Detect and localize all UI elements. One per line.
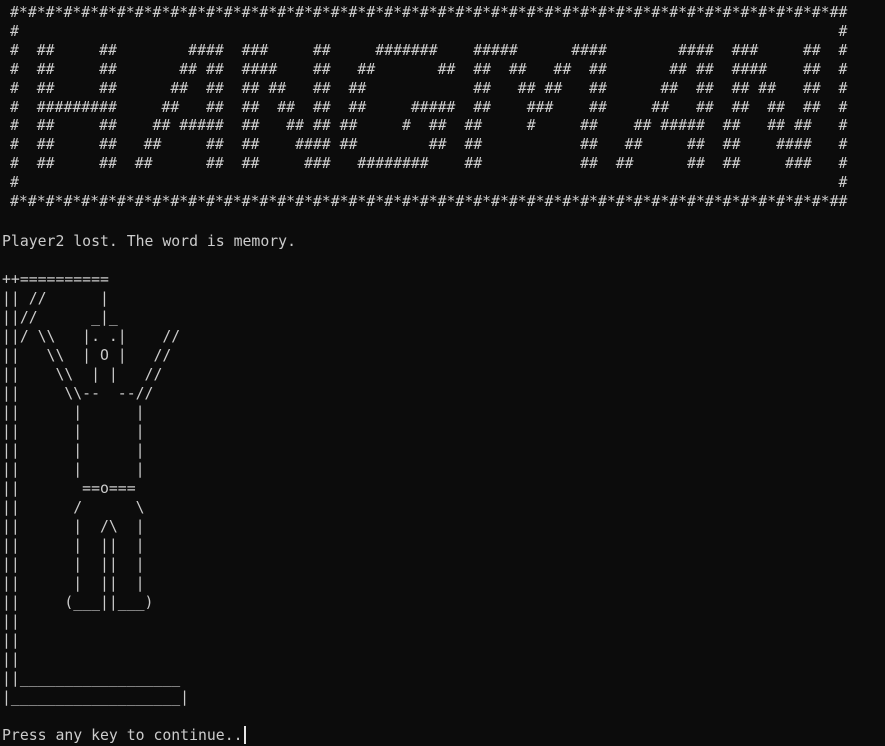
banner-line: #*#*#*#*#*#*#*#*#*#*#*#*#*#*#*#*#*#*#*#*… <box>10 4 848 21</box>
banner-line: # ## ## #### ### ## ####### ##### #### #… <box>10 41 848 59</box>
terminal-window[interactable]: #*#*#*#*#*#*#*#*#*#*#*#*#*#*#*#*#*#*#*#*… <box>0 0 885 746</box>
banner-line: # ## ## ## ## ## #### ## ## ## ## ## ## … <box>10 136 848 154</box>
text-cursor <box>243 726 246 744</box>
continue-prompt: Press any key to continue.. <box>2 726 246 745</box>
game-result-message: Player2 lost. The word is memory. <box>2 233 296 250</box>
banner-line: # ## ## ## ## ## ## ## ## ## ## ## ## ##… <box>10 79 848 97</box>
hangman-title-banner: #*#*#*#*#*#*#*#*#*#*#*#*#*#*#*#*#*#*#*#*… <box>10 4 847 212</box>
banner-line: # # <box>10 22 848 40</box>
banner-line: # ## ## ## ## #### ## ## ## ## ## ## ## … <box>10 60 848 78</box>
banner-line: # ## ## ## ## ## ### ######## ## ## ## #… <box>10 155 848 173</box>
banner-line: # ## ## ## ##### ## ## ## ## # ## ## # #… <box>10 117 848 135</box>
continue-prompt-text: Press any key to continue.. <box>2 727 243 744</box>
hangman-ascii-art: ++========== || // | ||// _|_ ||/ \\ |. … <box>2 271 190 706</box>
banner-line: # ######### ## ## ## ## ## ## ##### ## #… <box>10 98 848 116</box>
banner-line: #*#*#*#*#*#*#*#*#*#*#*#*#*#*#*#*#*#*#*#*… <box>10 193 848 211</box>
banner-line: # # <box>10 174 848 192</box>
